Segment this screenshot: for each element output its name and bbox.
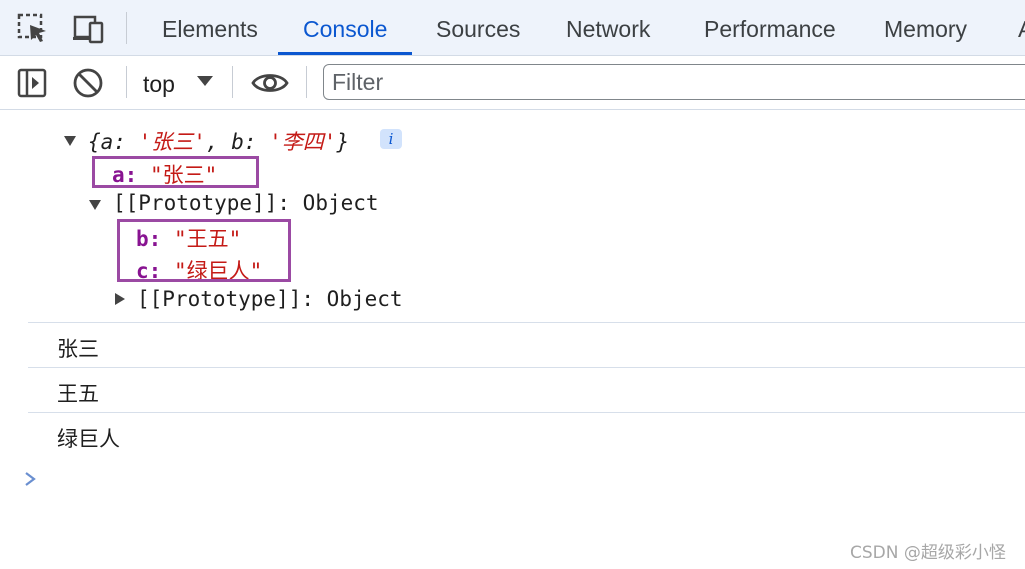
tab-console[interactable]: Console [303,0,387,55]
toolbar-separator [306,66,307,98]
filter-input[interactable] [323,64,1025,100]
prototype-label: [[Prototype]] [137,287,302,311]
toolbar-separator [126,66,127,98]
tab-memory[interactable]: Memory [884,0,967,55]
prototype-type: Object [326,287,403,311]
tab-sources[interactable]: Sources [436,0,520,55]
expand-triangle-closed-icon[interactable] [113,292,127,306]
device-toolbar-icon[interactable] [72,12,106,46]
preview-key-a: a [100,130,114,154]
prototype-type: Object [302,191,379,215]
sidebar-toggle-icon[interactable] [16,66,50,100]
console-prompt-chevron-icon[interactable] [22,470,38,488]
highlight-box-prototype-properties [117,219,291,282]
tab-elements[interactable]: Elements [162,0,258,55]
log-message: 张三 [57,337,99,361]
preview-value-b: '李四' [269,130,337,154]
clear-console-icon[interactable] [71,66,105,100]
expand-triangle-open-icon[interactable] [88,198,102,212]
brace-close: } [336,130,350,154]
info-icon[interactable]: i [380,129,402,149]
highlight-box-own-property [92,156,259,188]
log-message: 王五 [57,382,99,406]
message-separator [28,322,1025,323]
tab-overflow[interactable]: A [1018,0,1025,55]
prototype-label: [[Prototype]] [113,191,278,215]
brace-open: { [88,130,101,154]
inner-prototype-entry[interactable]: [[Prototype]]: Object [137,287,403,311]
inspect-element-icon[interactable] [16,12,50,46]
tab-bar-separator [126,12,127,44]
console-toolbar: top [0,56,1025,110]
message-separator [28,412,1025,413]
expand-triangle-open-icon[interactable] [63,134,77,148]
message-separator [28,367,1025,368]
toolbar-separator [232,66,233,98]
dropdown-arrow-icon[interactable] [196,74,214,88]
devtools-tab-bar: Elements Console Sources Network Perform… [0,0,1025,56]
context-selector[interactable]: top [143,66,175,100]
active-tab-indicator [278,52,412,55]
prototype-entry[interactable]: [[Prototype]]: Object [113,191,379,215]
object-preview[interactable]: {a: '张三', b: '李四'} [88,126,349,156]
watermark: CSDN @超级彩小怪 [850,543,1006,563]
tab-network[interactable]: Network [566,0,650,55]
log-message: 绿巨人 [57,427,120,451]
preview-value-a: '张三' [138,130,206,154]
preview-key-b: b [231,130,244,154]
tab-performance[interactable]: Performance [704,0,836,55]
live-expression-eye-icon[interactable] [251,66,289,100]
